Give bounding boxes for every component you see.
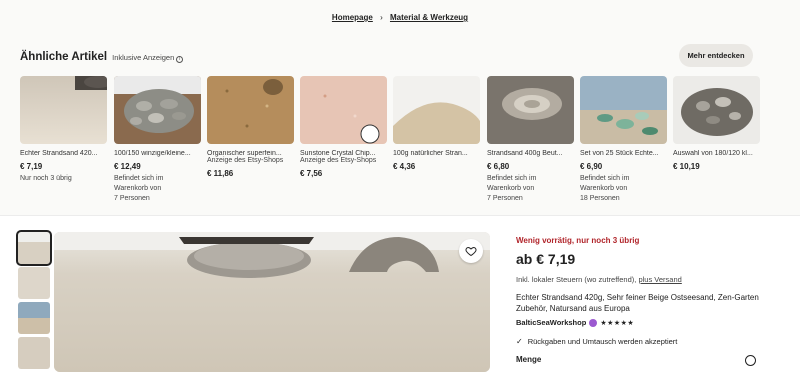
gallery-thumbnail[interactable] [18,267,50,299]
product-image[interactable] [20,76,107,144]
ad-label: Anzeige des Etsy-Shops [300,157,377,164]
shop-row: BalticSeaWorkshop ★★★★★ [516,318,786,327]
similar-header: Ähnliche Artikel Inklusive Anzeigen i [20,51,184,63]
item-note: Nur noch 3 übrig [20,175,72,182]
product-image[interactable] [487,76,574,144]
cart-note-line: Befindet sich im [487,175,537,182]
similar-item-card[interactable]: 100g natürlicher Stran... € 4,36 [393,76,480,171]
item-title: Auswahl von 180/120 kl... [673,150,753,157]
cart-note-line: Befindet sich im [580,175,630,182]
similar-item-card[interactable]: Organischer superfein... Anzeige des Ets… [207,76,294,178]
product-image[interactable] [673,76,760,144]
cart-note-line: 7 Personen [487,195,523,202]
breadcrumb-category[interactable]: Material & Werkzeug [390,13,468,22]
cart-note-line: Befindet sich im [114,175,164,182]
item-price: € 4,36 [393,162,416,171]
gallery-thumbnail[interactable] [16,230,52,266]
similar-item-card[interactable]: Auswahl von 180/120 kl... € 10,19 [673,76,760,171]
tax-info: Inkl. lokaler Steuern (wo zutreffend), p… [516,275,786,284]
product-image[interactable] [114,76,201,144]
product-image[interactable] [393,76,480,144]
shipping-link[interactable]: plus Versand [638,275,681,284]
breadcrumb: Homepage › Material & Werkzeug [0,13,800,22]
gallery-thumbnail[interactable] [18,337,50,369]
item-title: Organischer superfein... [207,150,282,157]
item-note: Befindet sich im Warenkorb von 18 Person… [580,174,667,204]
cart-note-line: Warenkorb von [487,185,535,192]
section-subtitle: Inklusive Anzeigen [112,53,175,62]
item-price: € 11,86 [207,169,234,178]
more-discover-button[interactable]: Mehr entdecken [679,44,753,67]
info-icon[interactable]: i [176,56,184,63]
shop-name-link[interactable]: BalticSeaWorkshop [516,318,586,327]
similar-item-card[interactable]: 100/150 winzige/kleine... € 12,49 Befind… [114,76,201,204]
quantity-label: Menge [516,355,542,364]
product-image[interactable] [300,76,387,144]
star-seller-badge-icon [589,318,598,327]
product-image[interactable] [207,76,294,144]
item-note: Befindet sich im Warenkorb von 7 Persone… [487,174,574,204]
item-price: € 7,56 [300,169,323,178]
heart-icon [465,246,477,257]
listing-price: ab € 7,19 [516,251,576,267]
favorite-button[interactable] [459,239,483,263]
image-gallery-thumbnails [16,230,52,372]
section-title: Ähnliche Artikel [20,51,108,63]
stock-status: Wenig vorrätig, nur noch 3 übrig [516,236,640,245]
item-title: 100g natürlicher Stran... [393,150,468,157]
returns-info: ✓ Rückgaben und Umtausch werden akzeptie… [516,337,786,346]
section-divider [0,215,800,216]
breadcrumb-separator: › [380,13,383,22]
item-title: Echter Strandsand 420... [20,150,98,157]
similar-item-card[interactable]: Strandsand 400g Beut... € 6,80 Befindet … [487,76,574,204]
item-note: Befindet sich im Warenkorb von 7 Persone… [114,174,201,204]
product-image[interactable] [580,76,667,144]
cart-note-line: Warenkorb von [114,185,162,192]
similar-item-card[interactable]: Set von 25 Stück Echte... € 6,90 Befinde… [580,76,667,204]
item-price: € 12,49 [114,162,141,171]
item-title: Strandsand 400g Beut... [487,150,563,157]
item-title: 100/150 winzige/kleine... [114,150,191,157]
listing-title: Echter Strandsand 420g, Sehr feiner Beig… [516,293,759,313]
returns-text: Rückgaben und Umtausch werden akzeptiert [527,337,678,346]
breadcrumb-home[interactable]: Homepage [332,13,373,22]
item-title: Sunstone Crystal Chip... [300,150,376,157]
item-title: Set von 25 Stück Echte... [580,150,659,157]
check-icon: ✓ [516,337,523,346]
listing-details: Wenig vorrätig, nur noch 3 übrig ab € 7,… [516,236,786,366]
similar-item-card[interactable]: Sunstone Crystal Chip... Anzeige des Ets… [300,76,387,178]
cart-note-line: 7 Personen [114,195,150,202]
similar-item-card[interactable]: Echter Strandsand 420... € 7,19 Nur noch… [20,76,107,184]
item-price: € 6,80 [487,162,510,171]
shop-rating-stars: ★★★★★ [600,319,635,327]
ad-label: Anzeige des Etsy-Shops [207,157,284,164]
main-product-image[interactable] [54,232,490,372]
cart-note-line: 18 Personen [580,195,620,202]
item-price: € 7,19 [20,162,43,171]
gallery-thumbnail[interactable] [18,302,50,334]
cart-note-line: Warenkorb von [580,185,628,192]
quantity-row: Menge [516,355,756,366]
item-price: € 6,90 [580,162,603,171]
globe-icon[interactable] [745,355,756,366]
tax-text: Inkl. lokaler Steuern (wo zutreffend), [516,275,637,284]
item-price: € 10,19 [673,162,700,171]
